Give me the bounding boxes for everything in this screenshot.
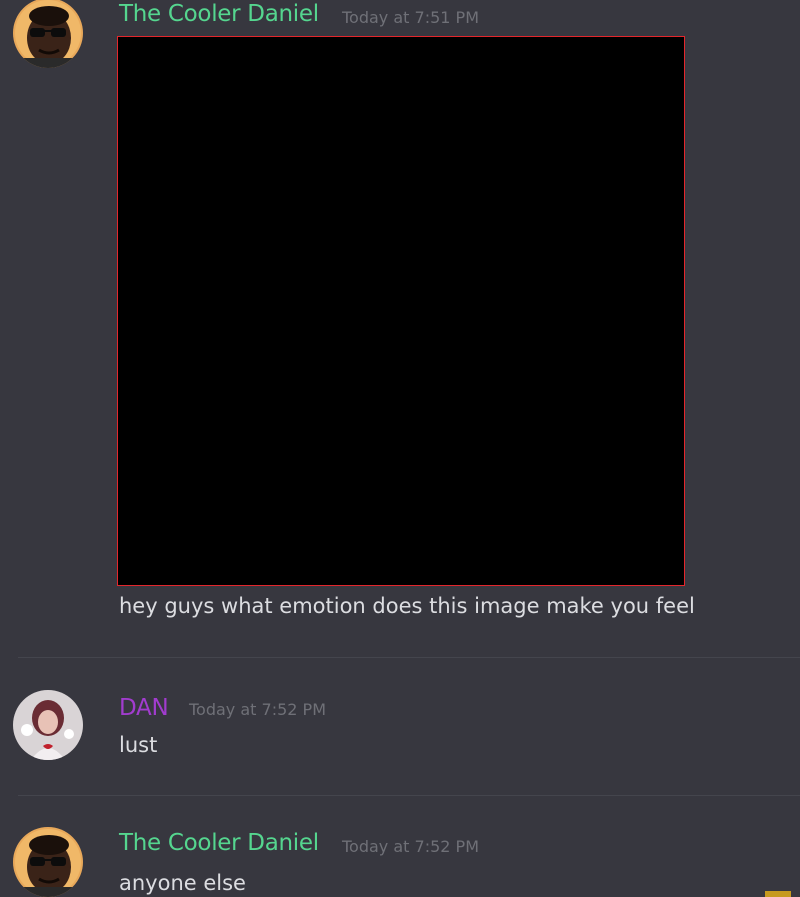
sunglasses-avatar-icon[interactable]	[13, 827, 83, 897]
message-text: hey guys what emotion does this image ma…	[119, 594, 695, 618]
anime-girl-avatar-icon[interactable]	[13, 690, 83, 760]
sunglasses-avatar-icon[interactable]	[13, 0, 83, 68]
message-username[interactable]: The Cooler Daniel	[119, 1, 319, 27]
message-timestamp: Today at 7:51 PM	[342, 8, 479, 27]
message-timestamp: Today at 7:52 PM	[342, 837, 479, 856]
message-text: anyone else	[119, 871, 246, 895]
message-timestamp: Today at 7:52 PM	[189, 700, 326, 719]
message-divider	[18, 657, 800, 658]
message-divider	[18, 795, 800, 796]
corner-badge	[765, 891, 791, 897]
message-text: lust	[119, 733, 158, 757]
message-username[interactable]: DAN	[119, 695, 169, 721]
image-attachment[interactable]	[117, 36, 685, 586]
message-username[interactable]: The Cooler Daniel	[119, 830, 319, 856]
